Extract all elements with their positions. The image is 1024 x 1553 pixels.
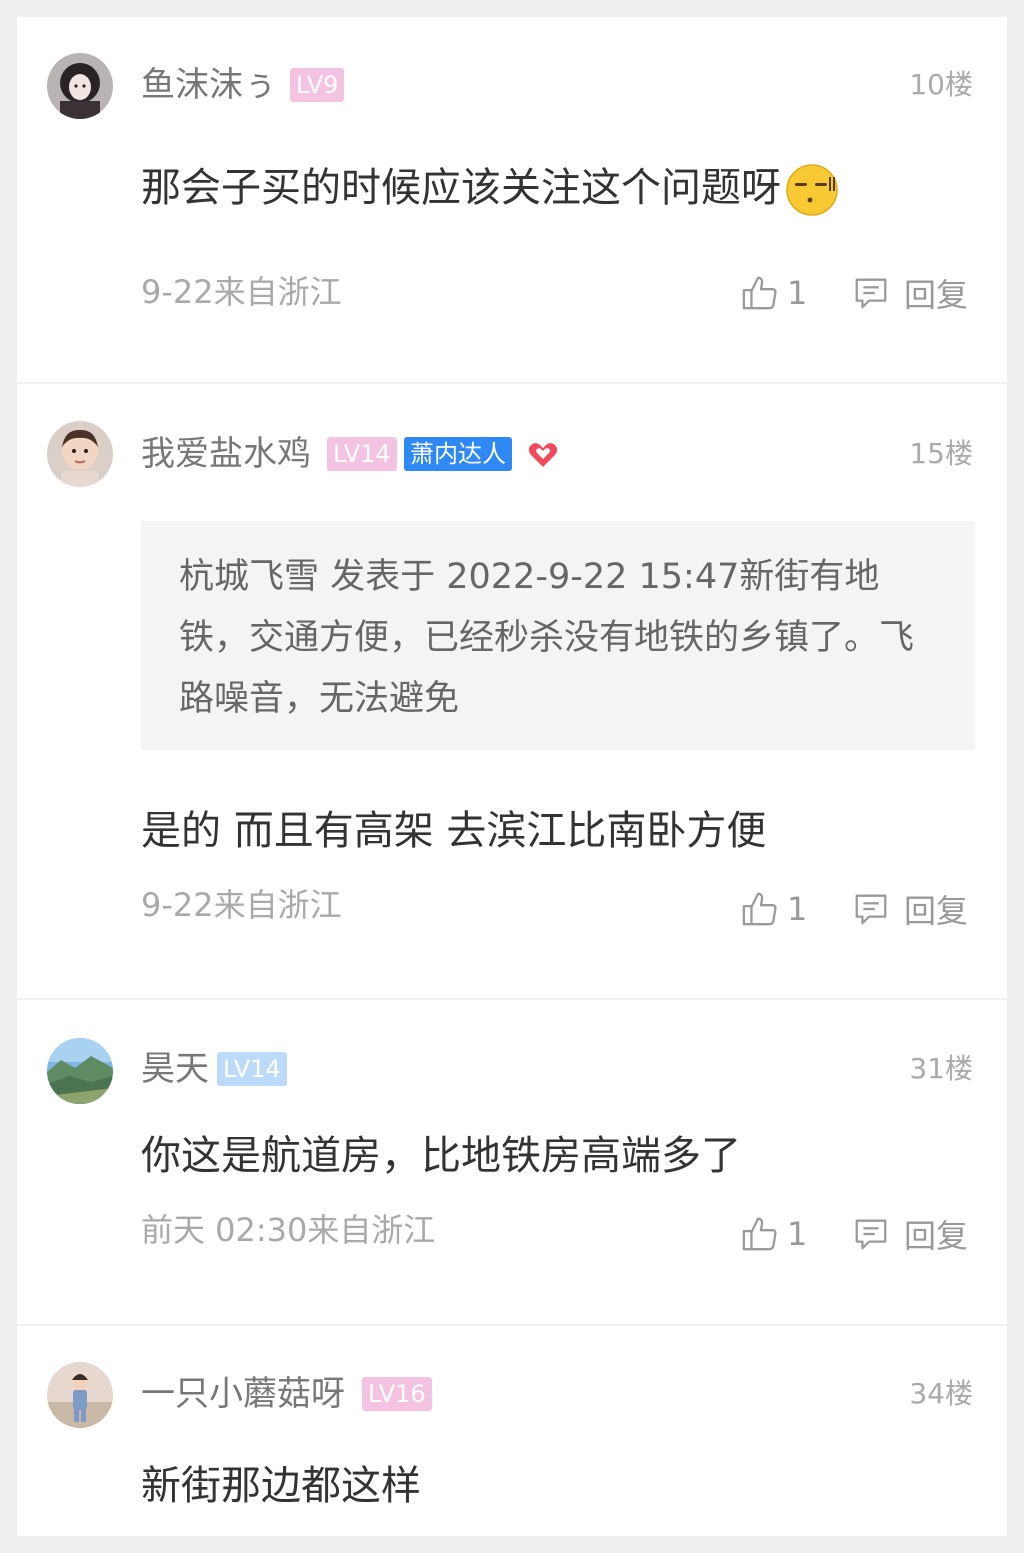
comment-item: 鱼沫沫ぅ LV9 10楼 那会子买的时候应该关注这个问题呀 9-22来自浙江 1	[17, 17, 1007, 384]
reply-button[interactable]: 回复	[852, 273, 969, 314]
comment-text-body: 那会子买的时候应该关注这个问题呀	[141, 165, 781, 211]
floor-number: 15楼	[909, 437, 973, 470]
floor-number: 10楼	[909, 68, 973, 101]
username[interactable]: 我爱盐水鸡	[141, 434, 311, 474]
level-badge: LV9	[290, 68, 345, 102]
thumbs-up-icon	[742, 1217, 777, 1251]
avatar[interactable]	[47, 1362, 113, 1428]
comment-text: 你这是航道房，比地铁房高端多了	[141, 1133, 741, 1179]
comment-item: 我爱盐水鸡 LV14 萧内达人 15楼 杭城飞雪 发表于 2022-9-22 1…	[17, 384, 1007, 1000]
comment-icon	[855, 1219, 887, 1250]
reply-button[interactable]: 回复	[852, 889, 969, 930]
comment-item: 昊天 LV14 31楼 你这是航道房，比地铁房高端多了 前天 02:30来自浙江…	[17, 1000, 1007, 1326]
comment-icon	[855, 278, 887, 309]
comment-meta: 9-22来自浙江	[141, 273, 342, 311]
reply-label: 回复	[904, 1217, 969, 1255]
like-button[interactable]: 1	[741, 889, 807, 929]
like-count: 1	[787, 890, 808, 928]
talent-badge: 萧内达人	[404, 437, 512, 471]
like-count: 1	[787, 274, 808, 312]
level-badge: LV14	[217, 1052, 287, 1086]
like-button[interactable]: 1	[741, 1214, 807, 1254]
quoted-post[interactable]: 杭城飞雪 发表于 2022-9-22 15:47新街有地铁，交通方便，已经秒杀没…	[141, 521, 975, 750]
floor-number: 34楼	[909, 1377, 973, 1410]
thumbs-up-icon	[742, 892, 777, 926]
comment-meta: 前天 02:30来自浙江	[141, 1211, 436, 1249]
like-count: 1	[787, 1215, 808, 1253]
comment-meta: 9-22来自浙江	[141, 886, 342, 924]
username[interactable]: 鱼沫沫ぅ	[141, 65, 277, 105]
reply-label: 回复	[904, 276, 969, 314]
reply-button[interactable]: 回复	[852, 1214, 969, 1255]
level-badge: LV14	[327, 437, 397, 471]
floor-number: 31楼	[909, 1052, 973, 1085]
comment-list: 鱼沫沫ぅ LV9 10楼 那会子买的时候应该关注这个问题呀 9-22来自浙江 1	[17, 17, 1007, 1536]
username[interactable]: 一只小蘑菇呀	[141, 1374, 345, 1414]
awkward-face-icon	[786, 164, 838, 216]
username[interactable]: 昊天	[141, 1049, 209, 1089]
thumbs-up-icon	[742, 276, 777, 310]
heart-icon	[528, 443, 558, 467]
like-button[interactable]: 1	[741, 273, 807, 313]
reply-label: 回复	[904, 892, 969, 930]
comment-item: 一只小蘑菇呀 LV16 34楼 新街那边都这样	[17, 1326, 1007, 1536]
comment-text: 那会子买的时候应该关注这个问题呀	[141, 163, 839, 217]
comment-text: 是的 而且有高架 去滨江比南卧方便	[141, 808, 767, 854]
avatar[interactable]	[47, 53, 113, 119]
avatar[interactable]	[47, 1038, 113, 1104]
comment-icon	[855, 894, 887, 925]
avatar[interactable]	[47, 421, 113, 487]
level-badge: LV16	[362, 1377, 432, 1411]
comment-text: 新街那边都这样	[141, 1463, 421, 1509]
